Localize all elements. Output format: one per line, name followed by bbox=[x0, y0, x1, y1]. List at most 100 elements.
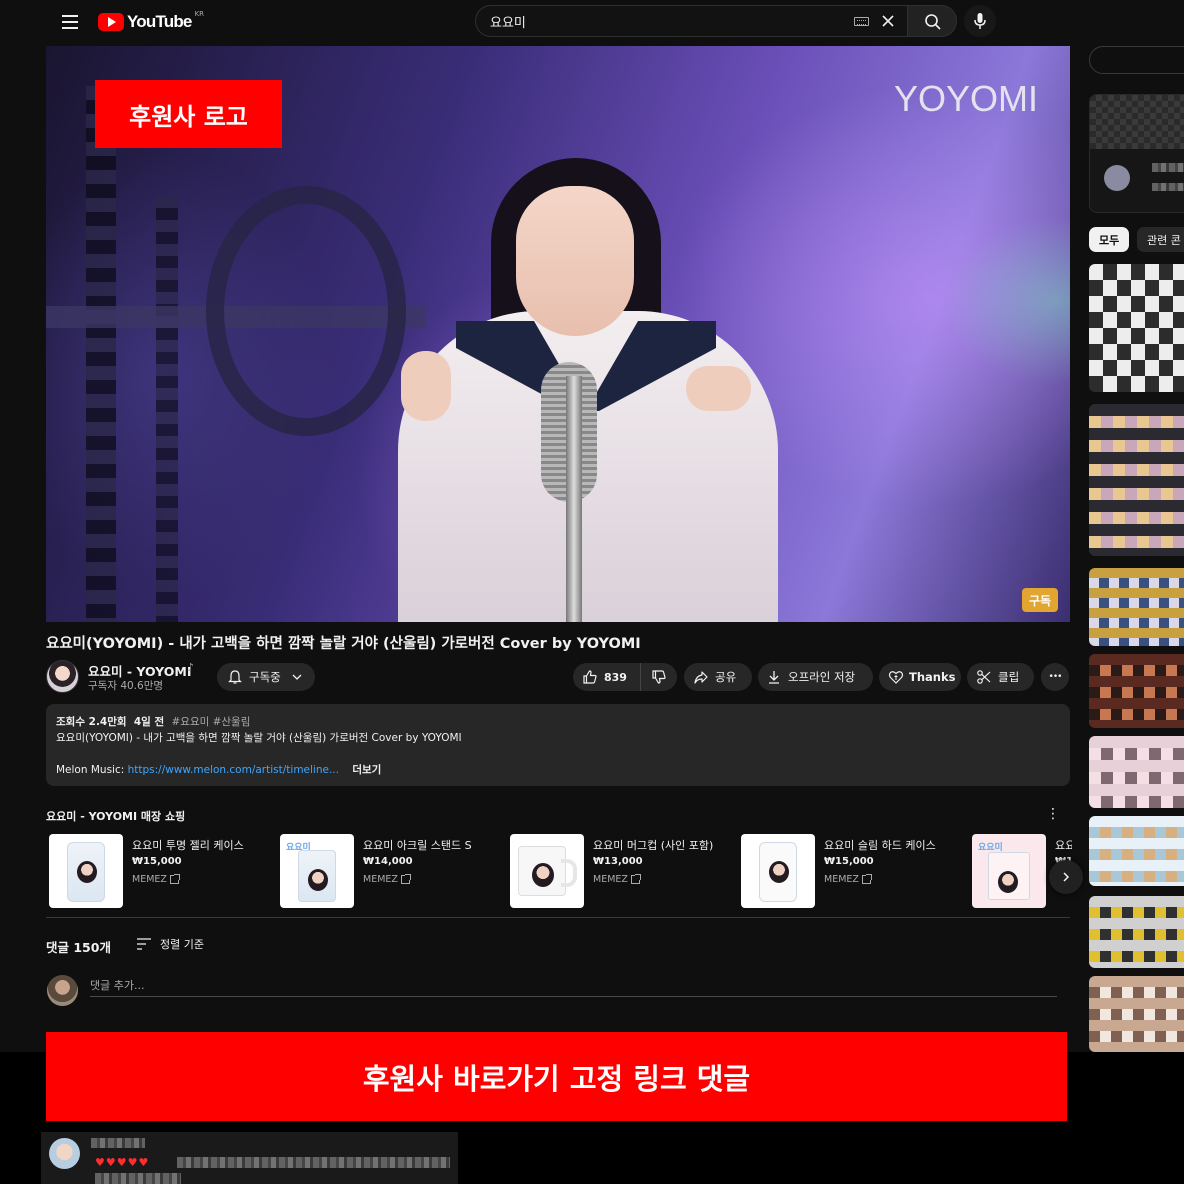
channel-watermark: YOYOMI bbox=[894, 78, 1039, 119]
external-link-icon bbox=[630, 874, 641, 884]
thumbs-up-icon bbox=[583, 670, 597, 684]
related-video-thumbnail[interactable] bbox=[1089, 568, 1184, 646]
external-link-icon bbox=[861, 874, 872, 884]
download-icon bbox=[769, 671, 779, 684]
related-video-thumbnail[interactable] bbox=[1089, 404, 1184, 556]
ad-avatar bbox=[1104, 165, 1130, 191]
hashtags[interactable]: #요요미 #산울림 bbox=[171, 716, 250, 728]
more-icon: ••• bbox=[1048, 672, 1063, 682]
chat-replay-bar[interactable] bbox=[1089, 46, 1184, 74]
heart-emojis: ♥♥♥♥♥ bbox=[95, 1156, 150, 1169]
subscribed-label: 구독중 bbox=[249, 670, 281, 684]
comment-input[interactable] bbox=[90, 975, 1057, 997]
melon-link[interactable]: https://www.melon.com/artist/timeline... bbox=[128, 764, 339, 776]
subscriber-count: 구독자 40.6만명 bbox=[88, 680, 164, 692]
video-scene-rack bbox=[86, 86, 116, 622]
search-button[interactable] bbox=[907, 5, 957, 37]
shop-item-seller: MEMEZ bbox=[824, 874, 872, 885]
shop-item-thumbnail bbox=[510, 834, 584, 908]
video-player[interactable]: YOYOMI 후원사 로고 구독 bbox=[46, 46, 1070, 622]
share-icon bbox=[694, 671, 708, 684]
clip-label: 클립 bbox=[998, 670, 1020, 684]
logo-text: YouTube bbox=[127, 12, 192, 31]
more-actions-button[interactable]: ••• bbox=[1041, 663, 1069, 691]
blurred-ad-text bbox=[1152, 163, 1184, 172]
voice-search-button[interactable] bbox=[964, 5, 996, 37]
chevron-down-icon bbox=[292, 674, 302, 680]
shop-item-thumbnail bbox=[49, 834, 123, 908]
shop-item-price: ₩15,000 bbox=[132, 856, 182, 867]
sponsor-pinned-link[interactable]: 후원사 바로가기 고정 링크 댓글 bbox=[46, 1032, 1067, 1121]
sidebar-ad-card[interactable] bbox=[1089, 94, 1184, 213]
channel-avatar[interactable] bbox=[46, 660, 79, 693]
offline-save-button[interactable]: 오프라인 저장 bbox=[758, 663, 873, 691]
video-scene-weight-plate bbox=[206, 186, 406, 436]
divider bbox=[46, 917, 1070, 918]
shop-item-seller: MEMEZ bbox=[132, 874, 180, 885]
menu-icon[interactable] bbox=[58, 10, 82, 34]
sort-label: 정렬 기준 bbox=[160, 938, 204, 951]
sort-button[interactable]: 정렬 기준 bbox=[136, 936, 204, 952]
shop-item-seller: MEMEZ bbox=[363, 874, 411, 885]
video-scene-face bbox=[516, 186, 634, 336]
youtube-logo[interactable]: YouTube KR bbox=[98, 9, 204, 35]
subscribe-badge[interactable]: 구독 bbox=[1022, 588, 1058, 612]
shop-item[interactable]: 요요미 요요미 아크릴 스탠드 S ₩14,000 MEMEZ bbox=[280, 834, 510, 910]
clear-icon[interactable] bbox=[878, 11, 898, 31]
description-box[interactable]: 조회수 2.4만회 4일 전 #요요미 #산울림 요요미(YOYOMI) - 내… bbox=[46, 704, 1070, 786]
chip-related[interactable]: 관련 콘 bbox=[1137, 227, 1184, 252]
shop-item-thumbnail: 요요미 bbox=[280, 834, 354, 908]
related-video-thumbnail[interactable] bbox=[1089, 816, 1184, 886]
search-input[interactable] bbox=[490, 6, 830, 36]
music-note-icon: ♪ bbox=[187, 661, 195, 674]
top-bar: YouTube KR bbox=[0, 0, 1184, 44]
blurred-comment-text bbox=[177, 1157, 450, 1168]
clip-button[interactable]: 클립 bbox=[967, 663, 1034, 691]
scissors-icon bbox=[977, 670, 991, 684]
sponsor-logo: 후원사 로고 bbox=[95, 80, 282, 148]
video-scene-rack bbox=[156, 196, 178, 622]
search-icon bbox=[925, 14, 941, 30]
blurred-username bbox=[91, 1138, 145, 1148]
related-video-thumbnail[interactable] bbox=[1089, 976, 1184, 1052]
shop-item[interactable]: 요요미 투명 젤리 케이스 ₩15,000 MEMEZ bbox=[49, 834, 279, 910]
upload-age: 4일 전 bbox=[133, 716, 165, 728]
keyboard-icon[interactable] bbox=[854, 17, 869, 26]
shop-item-name: 요요미 아크릴 스탠드 S bbox=[363, 839, 472, 852]
thanks-label: Thanks bbox=[909, 670, 956, 684]
shop-next-button[interactable] bbox=[1049, 860, 1083, 894]
blurred-ad-text bbox=[1152, 183, 1184, 191]
commenter-avatar[interactable] bbox=[49, 1138, 80, 1169]
related-video-thumbnail[interactable] bbox=[1089, 736, 1184, 808]
related-video-thumbnail[interactable] bbox=[1089, 654, 1184, 728]
share-button[interactable]: 공유 bbox=[684, 663, 752, 691]
video-scene-hand bbox=[686, 366, 751, 411]
shop-item[interactable]: 요요미 슬림 하드 케이스 ₩15,000 MEMEZ bbox=[741, 834, 971, 910]
like-button[interactable]: 839 bbox=[573, 663, 641, 691]
related-video-thumbnail[interactable] bbox=[1089, 896, 1184, 968]
shopping-menu-icon[interactable]: ⋮ bbox=[1046, 806, 1060, 822]
video-title: 요요미(YOYOMI) - 내가 고백을 하면 깜짝 놀랄 거야 (산울림) 가… bbox=[46, 636, 641, 652]
microphone-icon bbox=[974, 13, 986, 29]
more-button[interactable]: 더보기 bbox=[352, 764, 381, 776]
thanks-button[interactable]: Thanks bbox=[879, 663, 961, 691]
shop-item-name: 요요미 투명 젤리 케이스 bbox=[132, 839, 244, 852]
related-video-thumbnail[interactable] bbox=[1089, 264, 1184, 392]
subscribed-button[interactable]: 구독중 bbox=[217, 663, 315, 691]
share-label: 공유 bbox=[715, 670, 737, 684]
shop-item-name: 요요미 머그컵 (사인 포함) bbox=[593, 839, 714, 852]
shopping-title: 요요미 - YOYOMI 매장 쇼핑 bbox=[46, 810, 186, 823]
like-dislike-group: 839 bbox=[573, 663, 677, 691]
shop-item-name: 요요미 슬림 하드 케이스 bbox=[824, 839, 936, 852]
external-link-icon bbox=[169, 874, 180, 884]
shop-item-price: ₩13,000 bbox=[593, 856, 643, 867]
external-link-icon bbox=[400, 874, 411, 884]
shop-item[interactable]: 요요미 머그컵 (사인 포함) ₩13,000 MEMEZ bbox=[510, 834, 740, 910]
dislike-button[interactable] bbox=[641, 669, 677, 685]
blurred-comment-text bbox=[95, 1173, 181, 1184]
description-meta: 조회수 2.4만회 4일 전 #요요미 #산울림 bbox=[56, 714, 1060, 730]
chip-all[interactable]: 모두 bbox=[1089, 227, 1130, 252]
sort-icon bbox=[137, 938, 151, 950]
like-count: 839 bbox=[604, 670, 627, 684]
ad-image bbox=[1090, 95, 1184, 149]
